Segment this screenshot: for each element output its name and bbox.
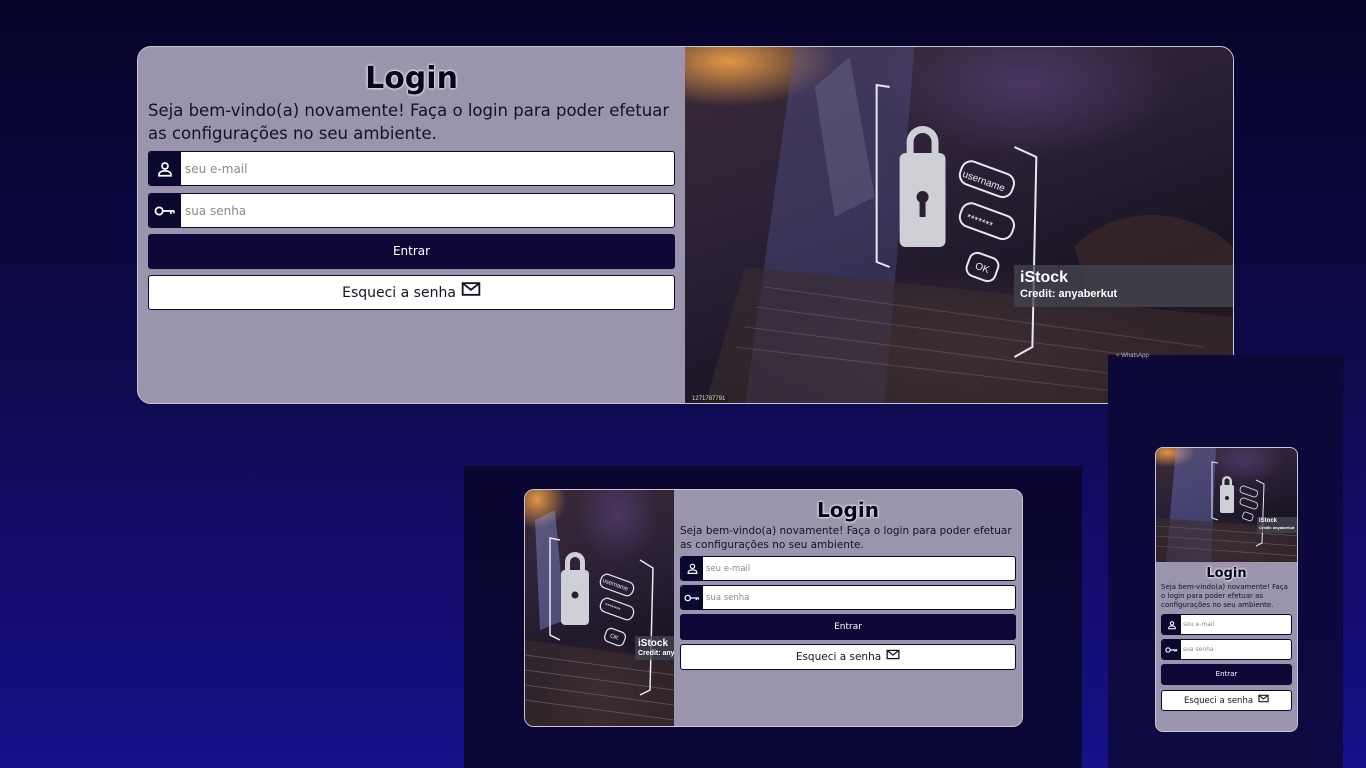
- password-field-group: [680, 585, 1016, 610]
- istock-credit: Credit: anyaberkut: [1020, 288, 1118, 300]
- login-card-desktop: Login Seja bem-vindo(a) novamente! Faça …: [137, 46, 1234, 404]
- istock-brand: iStock: [638, 638, 669, 649]
- submit-button[interactable]: Entrar: [1161, 664, 1292, 685]
- hero-image: iStock Credit: anyaberkut: [1156, 448, 1297, 562]
- forgot-password-label: Esqueci a senha: [795, 651, 882, 663]
- login-form: Login Seja bem-vindo(a) novamente! Faça …: [1156, 562, 1297, 711]
- email-field-group: [148, 151, 676, 186]
- istock-brand: iStock: [1259, 518, 1278, 524]
- user-icon: [149, 152, 181, 185]
- email-input[interactable]: [181, 153, 674, 184]
- mobile-top-text: < WhatsApp: [1116, 353, 1149, 359]
- forgot-password-button[interactable]: Esqueci a senha: [148, 275, 676, 310]
- login-form: Login Seja bem-vindo(a) novamente! Faça …: [674, 490, 1022, 726]
- istock-credit: Credit: anyaberkut: [1259, 525, 1295, 530]
- login-card-tablet: username ******* OK iStock Credit: anyab…: [524, 489, 1023, 727]
- forgot-password-label: Esqueci a senha: [1183, 695, 1254, 706]
- svg-text:OK: OK: [609, 633, 619, 642]
- overlay-ok-label: OK: [974, 261, 992, 276]
- password-field-group: [148, 193, 676, 228]
- email-field-group: [680, 556, 1016, 581]
- istock-credit: Credit: anyaberkut: [638, 650, 674, 657]
- email-input[interactable]: [1181, 616, 1290, 633]
- hero-image: username ******* OK iStock Credit: anyab…: [525, 490, 674, 726]
- key-icon: [681, 586, 703, 609]
- forgot-password-button[interactable]: Esqueci a senha: [1161, 690, 1292, 711]
- mail-icon: [461, 281, 481, 297]
- welcome-text: Seja bem-vindo(a) novamente! Faça o logi…: [1161, 583, 1288, 609]
- submit-button[interactable]: Entrar: [680, 614, 1016, 640]
- submit-button[interactable]: Entrar: [148, 234, 676, 269]
- istock-watermark: iStock Credit: anyaberkut: [1257, 517, 1297, 533]
- istock-brand: iStock: [1020, 269, 1069, 286]
- password-input[interactable]: [1181, 641, 1290, 658]
- page-title: Login: [1206, 566, 1247, 581]
- user-icon: [681, 557, 703, 580]
- key-icon: [1162, 640, 1181, 659]
- welcome-text: Seja bem-vindo(a) novamente! Faça o logi…: [680, 525, 1012, 551]
- istock-watermark: iStock Credit: anyaberkut: [635, 636, 674, 660]
- mail-icon: [886, 649, 900, 660]
- email-input[interactable]: [703, 558, 1014, 579]
- page-title: Login: [365, 61, 458, 96]
- key-icon: [149, 194, 181, 227]
- login-card-mobile: iStock Credit: anyaberkut Login Seja bem…: [1155, 447, 1298, 732]
- overlay-password-mask: *******: [965, 212, 994, 232]
- hero-image: username ******* OK iStock Credit: anyab…: [685, 47, 1233, 403]
- welcome-text: Seja bem-vindo(a) novamente! Faça o logi…: [148, 101, 670, 143]
- forgot-password-button[interactable]: Esqueci a senha: [680, 644, 1016, 670]
- istock-watermark: iStock Credit: anyaberkut: [1014, 265, 1233, 307]
- password-input[interactable]: [181, 195, 674, 226]
- mail-icon: [1258, 694, 1269, 703]
- tablet-preview-frame: username ******* OK iStock Credit: anyab…: [464, 466, 1082, 768]
- email-field-group: [1161, 614, 1292, 635]
- user-icon: [1162, 615, 1181, 634]
- password-field-group: [1161, 639, 1292, 660]
- forgot-password-label: Esqueci a senha: [342, 284, 456, 301]
- password-input[interactable]: [703, 587, 1014, 608]
- page-title: Login: [817, 498, 879, 522]
- login-form: Login Seja bem-vindo(a) novamente! Faça …: [138, 47, 685, 403]
- image-id-label: 1271787791: [689, 395, 729, 403]
- mobile-preview-frame: < WhatsApp iStock Credit: anyaberkut Log…: [1108, 353, 1343, 768]
